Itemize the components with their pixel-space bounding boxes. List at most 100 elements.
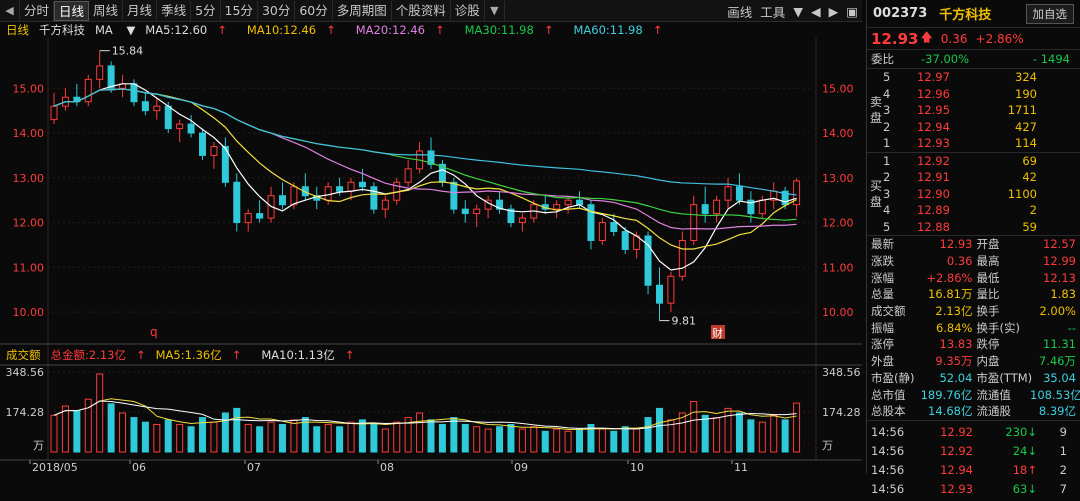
candle-body <box>530 204 538 219</box>
financial-report-marker[interactable] <box>711 325 725 339</box>
tick-list[interactable]: 14:56 12.92 230↓ 9 14:56 12.92 24↓ 1 14:56 12.94 1… <box>867 419 1080 501</box>
stat-label: 振幅 <box>871 320 894 335</box>
price-axis-left: 14.00 <box>13 127 45 140</box>
tools-dropdown-icon[interactable]: ▼ <box>789 4 807 19</box>
sell-row[interactable]: 5 12.97 324 <box>883 69 1080 86</box>
candle-body <box>244 213 252 224</box>
dropdown-arrow-icon[interactable]: ▼ <box>485 0 505 21</box>
tab-6[interactable]: 15分 <box>221 0 258 21</box>
buy-level: 5 <box>883 219 891 234</box>
restore-icon[interactable]: ▣ <box>842 4 862 19</box>
tab-8[interactable]: 60分 <box>295 0 333 21</box>
prev-arrow-icon[interactable]: ◀ <box>807 4 825 19</box>
candle-body <box>96 65 104 80</box>
buy-price: 12.88 <box>917 219 950 234</box>
candle-body <box>107 65 115 89</box>
volume-bar <box>507 423 515 453</box>
volume-total: 总金额:2.13亿 ↑ <box>50 348 146 362</box>
tab-3[interactable]: 月线 <box>123 0 158 21</box>
indicator-select[interactable]: MA ▼ <box>95 23 135 37</box>
sell-row[interactable]: 4 12.96 190 <box>883 86 1080 103</box>
sell-row[interactable]: 3 12.95 1711 <box>883 102 1080 119</box>
volume-bar <box>313 426 321 453</box>
volume-bar <box>484 428 492 453</box>
candle-body <box>358 181 366 188</box>
volume-bar <box>347 421 355 453</box>
candle-body <box>267 195 275 219</box>
buy-row[interactable]: 1 12.92 69 <box>883 153 1080 170</box>
tab-9[interactable]: 多周期图 <box>333 0 392 21</box>
sell-row[interactable]: 1 12.93 114 <box>883 135 1080 152</box>
candle-body <box>130 83 138 103</box>
stat-label: 最低 <box>976 270 1000 285</box>
price-chart[interactable]: 15.00 15.00 14.00 14.00 13.00 13.00 12.00 12.00… <box>0 0 862 473</box>
stat-label: 总市值 <box>871 387 906 402</box>
stat-label: 市盈(TTM) <box>976 370 1033 385</box>
draw-line-button[interactable]: 画线 <box>723 2 756 21</box>
tick-row: 14:56 12.92 230↓ 9 <box>871 423 1076 442</box>
price-axis-right: 11.00 <box>822 261 854 274</box>
volume-bar <box>461 423 469 453</box>
candle-body <box>153 105 161 112</box>
volume-bar <box>655 407 663 453</box>
volume-bar <box>713 417 721 453</box>
volume-bar <box>530 426 538 453</box>
quote-header: 002373 千方科技 加自选 <box>867 0 1080 28</box>
stat-value: 1.83 <box>1050 287 1076 302</box>
buy-row[interactable]: 3 12.90 1100 <box>883 186 1080 203</box>
tick-row: 14:56 12.94 18↑ 2 <box>871 461 1076 480</box>
stat-value: 0.36 <box>946 254 973 269</box>
stat-label: 换手 <box>976 304 1000 319</box>
tab-1[interactable]: 日线 <box>54 0 90 21</box>
candle-body <box>747 199 755 215</box>
tab-0[interactable]: 分时 <box>20 0 55 21</box>
candle-body <box>199 132 207 156</box>
sell-row[interactable]: 2 12.94 427 <box>883 119 1080 136</box>
buy-row[interactable]: 4 12.89 2 <box>883 202 1080 219</box>
quote-panel: 002373 千方科技 加自选 12.93 🡅 0.36 +2.86% 委比 -… <box>866 0 1080 496</box>
sell-price: 12.96 <box>917 86 950 101</box>
tab-5[interactable]: 5分 <box>191 0 221 21</box>
back-icon[interactable]: ◀ <box>0 0 20 21</box>
next-arrow-icon[interactable]: ▶ <box>825 4 843 19</box>
x-axis-label: 06 <box>132 461 146 473</box>
buy-row[interactable]: 5 12.88 59 <box>883 219 1080 236</box>
sell-volume: 324 <box>1015 70 1037 85</box>
event-marker-q[interactable]: q <box>150 325 158 339</box>
tab-7[interactable]: 30分 <box>258 0 296 21</box>
price-change-pct: +2.86% <box>975 31 1024 46</box>
sell-level: 3 <box>883 103 891 118</box>
stat-row: 成交额 2.13亿 换手 2.00% <box>871 303 1076 320</box>
buy-level: 3 <box>883 186 891 201</box>
volume-bar <box>541 430 549 453</box>
stat-label: 成交额 <box>871 304 906 319</box>
volume-bar <box>781 419 789 453</box>
sell-level: 5 <box>883 70 891 85</box>
tab-11[interactable]: 诊股 <box>451 0 485 21</box>
tab-4[interactable]: 季线 <box>157 0 192 21</box>
buy-book: 买盘 1 12.92 69 2 12.91 42 3 12.90 1100 4 12.89 2 5 12.… <box>867 153 1080 236</box>
buy-row[interactable]: 2 12.91 42 <box>883 169 1080 186</box>
ma30-line <box>53 88 797 221</box>
volume-bar <box>770 414 778 453</box>
stat-value: +2.86% <box>926 270 973 285</box>
candle-body <box>678 239 686 277</box>
candle-body <box>73 96 81 103</box>
tab-10[interactable]: 个股资料 <box>392 0 451 21</box>
candle-body <box>61 96 69 107</box>
volume-ma5-line <box>53 398 797 431</box>
volume-bar <box>758 421 766 453</box>
stat-label: 外盘 <box>871 354 894 369</box>
candle-body <box>119 83 127 89</box>
candle-body <box>164 105 172 130</box>
candle-body <box>427 150 435 165</box>
tab-2[interactable]: 周线 <box>89 0 124 21</box>
volume-bar <box>678 412 686 453</box>
add-watchlist-button[interactable]: 加自选 <box>1025 3 1074 24</box>
candle-body <box>50 105 58 121</box>
tools-button[interactable]: 工具 <box>756 2 789 21</box>
volume-bar <box>244 423 252 453</box>
volume-bar <box>141 421 149 453</box>
stat-label: 涨跌 <box>871 254 894 269</box>
volume-bar <box>221 412 229 453</box>
